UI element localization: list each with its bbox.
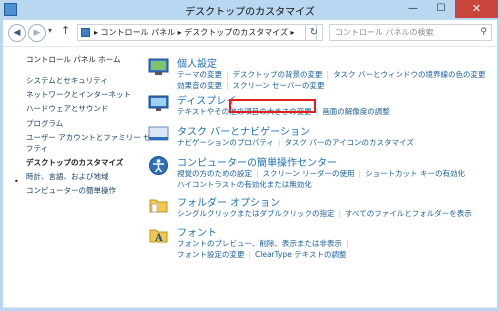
link-vision-settings[interactable]: 視覚の方のための設定 <box>177 169 252 178</box>
category-title-taskbar[interactable]: タスク バーとナビゲーション <box>177 123 310 138</box>
control-panel-home-link[interactable]: コントロール パネル ホーム <box>26 54 121 65</box>
category-title-personalization[interactable]: 個人設定 <box>177 55 217 70</box>
highlight-annotation <box>229 99 316 113</box>
personalization-icon[interactable] <box>148 56 169 77</box>
link-change-background[interactable]: デスクトップの背景の変更 <box>233 70 323 79</box>
recent-locations-icon[interactable]: ▾ <box>48 26 52 35</box>
link-single-double-click[interactable]: シングルクリックまたはダブルクリックの指定 <box>177 209 335 218</box>
leftnav-item-programs[interactable]: プログラム <box>26 118 63 129</box>
close-button[interactable]: ✕ <box>455 0 498 18</box>
control-panel-small-icon <box>81 28 90 37</box>
link-navigation-properties[interactable]: ナビゲーションのプロパティ <box>177 138 274 147</box>
category-title-folder-options[interactable]: フォルダー オプション <box>177 194 280 209</box>
search-input[interactable]: コントロール パネルの検索 ⚲ <box>329 24 492 41</box>
window-frame: デスクトップのカスタマイズ — ☐ ✕ ◀ ▶ ▾ ↑ ▸ コントロール パネル… <box>0 0 500 311</box>
link-taskbar-window-color[interactable]: タスク バーとウィンドウの境界線の色の変更 <box>333 70 485 79</box>
leftnav-item-system-security[interactable]: システムとセキュリティ <box>26 75 108 86</box>
category-links-fonts: フォントのプレビュー、削除、表示または非表示 |フォント設定の変更 | ClearTy… <box>177 239 349 259</box>
category-title-display[interactable]: ディスプレイ <box>177 92 236 107</box>
link-high-contrast[interactable]: ハイコントラストの有効化または無効化 <box>177 180 312 189</box>
forward-arrow-icon[interactable]: ▶ <box>28 24 46 42</box>
leftnav-item-hardware-sound[interactable]: ハードウェアとサウンド <box>26 103 108 114</box>
title-bar[interactable]: デスクトップのカスタマイズ — ☐ ✕ <box>0 0 500 20</box>
address-box[interactable]: ▸ コントロール パネル ▸ デスクトップのカスタマイズ ▸ ▾ <box>77 24 317 41</box>
breadcrumb[interactable]: ▸ コントロール パネル ▸ デスクトップのカスタマイズ ▸ <box>94 25 295 40</box>
link-change-sounds[interactable]: 効果音の変更 <box>177 81 222 90</box>
link-show-hidden-files[interactable]: すべてのファイルとフォルダーを表示 <box>345 209 472 218</box>
refresh-icon[interactable]: ↻ <box>305 24 323 41</box>
client-area: ◀ ▶ ▾ ↑ ▸ コントロール パネル ▸ デスクトップのカスタマイズ ▸ ▾… <box>3 20 497 308</box>
leftnav-item-appearance: デスクトップのカスタマイズ <box>26 158 124 167</box>
category-links-taskbar: ナビゲーションのプロパティ | タスク バーのアイコンのカスタマイズ <box>177 138 414 147</box>
up-arrow-icon[interactable]: ↑ <box>61 24 70 37</box>
back-arrow-icon[interactable]: ◀ <box>8 24 26 42</box>
maximize-button[interactable]: ☐ <box>427 0 455 18</box>
link-taskbar-icons[interactable]: タスク バーのアイコンのカスタマイズ <box>284 138 413 147</box>
link-change-screen-saver[interactable]: スクリーン セーバーの変更 <box>233 81 325 90</box>
ease-of-access-icon[interactable] <box>148 155 169 176</box>
folder-options-icon[interactable] <box>148 195 169 216</box>
category-links-display: テキストやその他の項目の大きさの変更 | 画面の解像度の調整 <box>177 107 390 116</box>
link-cleartype[interactable]: ClearType テキストの調整 <box>255 250 347 259</box>
search-placeholder: コントロール パネルの検索 <box>335 28 434 37</box>
category-title-fonts[interactable]: フォント <box>177 224 217 239</box>
link-change-theme[interactable]: テーマの変更 <box>177 70 222 79</box>
link-font-settings[interactable]: フォント設定の変更 <box>177 250 245 259</box>
leftnav-item-ease-of-access[interactable]: コンピューターの簡単操作 <box>26 185 116 196</box>
link-shortcut-keys[interactable]: ショートカット キーの有効化 <box>365 169 465 178</box>
category-links-ease-of-access: 視覚の方のための設定 | スクリーン リーダーの使用 | ショートカット キーの有効化 … <box>177 169 465 189</box>
current-item-bullet: • <box>14 177 19 186</box>
category-links-folder-options: シングルクリックまたはダブルクリックの指定 | すべてのファイルとフォルダーを表示 <box>177 209 472 218</box>
fonts-icon[interactable]: A <box>148 225 169 246</box>
link-screen-resolution[interactable]: 画面の解像度の調整 <box>322 107 390 116</box>
category-links-personalization: テーマの変更 | デスクトップの背景の変更 | タスク バーとウィンドウの境界線の色の変… <box>177 70 486 90</box>
link-font-preview[interactable]: フォントのプレビュー、削除、表示または非表示 <box>177 239 342 248</box>
search-icon[interactable]: ⚲ <box>480 25 487 40</box>
bottom-divider <box>3 307 497 308</box>
category-title-ease-of-access[interactable]: コンピューターの簡単操作センター <box>177 154 337 169</box>
taskbar-icon[interactable] <box>148 124 169 145</box>
link-screen-reader[interactable]: スクリーン リーダーの使用 <box>263 169 355 178</box>
leftnav-item-user-accounts-cont[interactable]: フティ <box>26 143 48 154</box>
leftnav-item-network[interactable]: ネットワークとインターネット <box>26 89 131 100</box>
svg-text:A: A <box>154 233 163 244</box>
leftnav-item-clock-region[interactable]: 時計、言語、および地域 <box>26 171 109 182</box>
minimize-button[interactable]: — <box>399 0 427 18</box>
leftnav-item-user-accounts[interactable]: ユーザー アカウントとファミリー セー <box>26 132 158 143</box>
display-icon[interactable] <box>148 93 169 114</box>
address-bar: ◀ ▶ ▾ ↑ ▸ コントロール パネル ▸ デスクトップのカスタマイズ ▸ ▾… <box>3 20 497 47</box>
